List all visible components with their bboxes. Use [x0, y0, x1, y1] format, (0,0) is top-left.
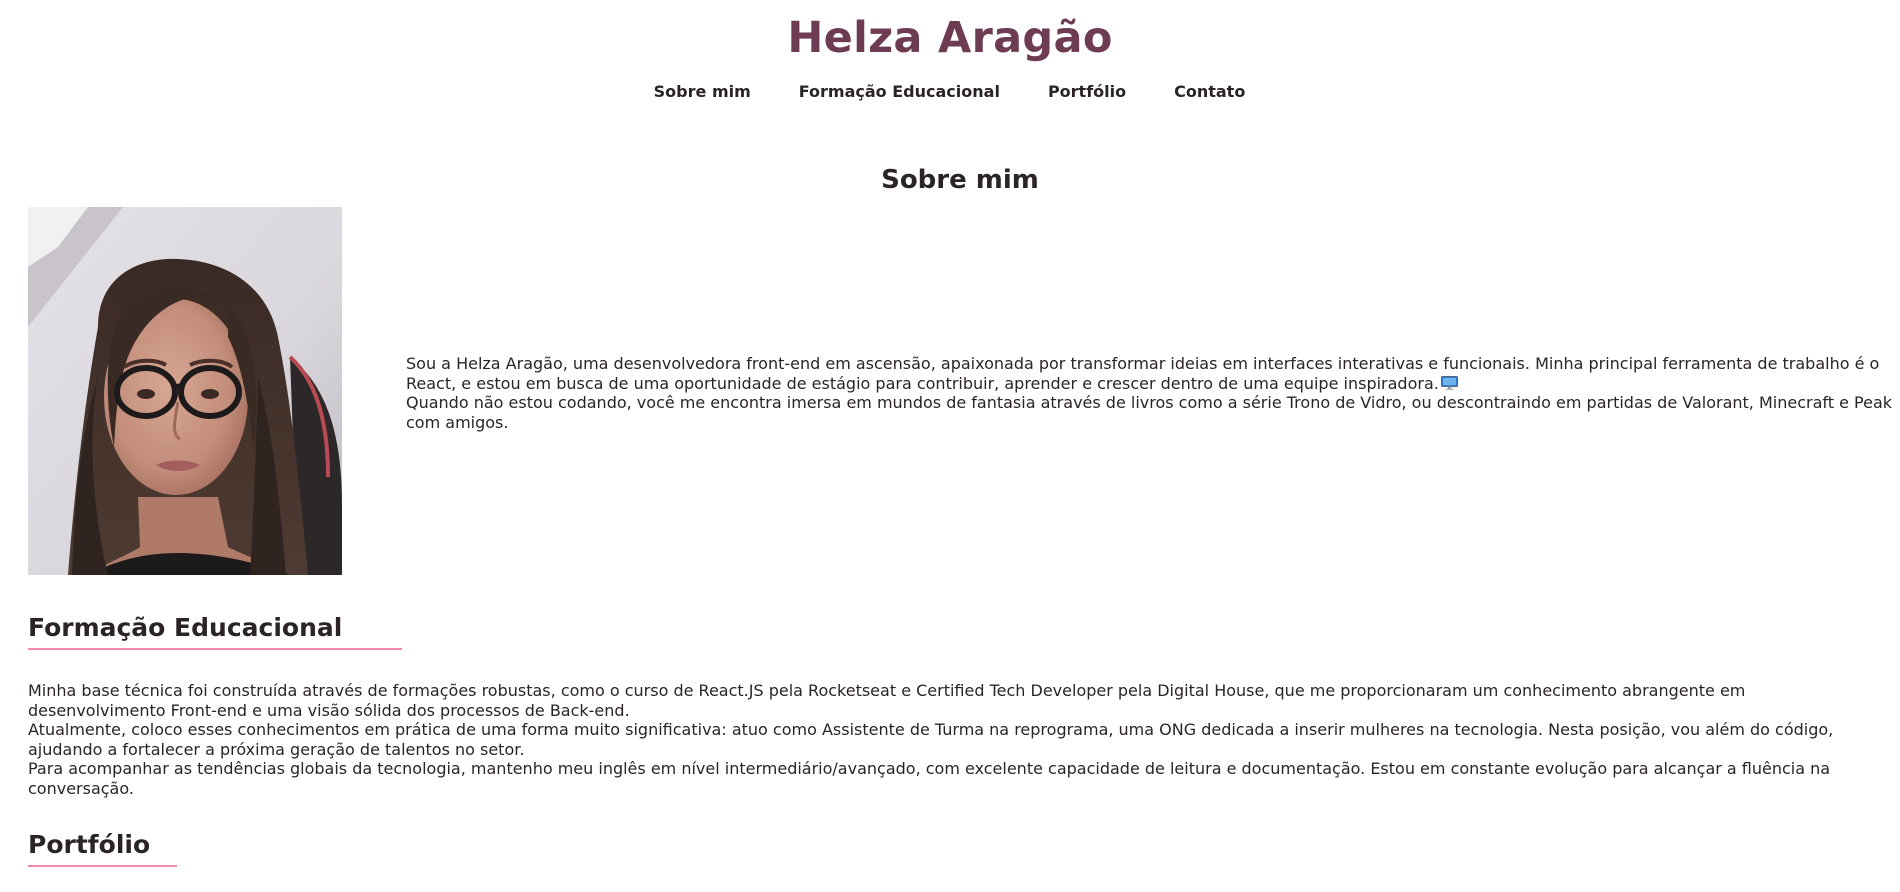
education-paragraph: Para acompanhar as tendências globais da…: [28, 759, 1831, 798]
about-section-title: Sobre mim: [881, 165, 1039, 195]
education-section-title: Formação Educacional: [28, 613, 343, 642]
nav-link-portfolio[interactable]: Portfólio: [1048, 82, 1126, 102]
about-paragraph: Quando não estou codando, você me encont…: [406, 393, 1893, 432]
about-text: Sou a Helza Aragão, uma desenvolvedora f…: [406, 354, 1896, 432]
nav-link-contato[interactable]: Contato: [1174, 82, 1245, 102]
education-text: Minha base técnica foi construída atravé…: [28, 681, 1888, 799]
portfolio-title-underline: [28, 865, 177, 867]
education-paragraph: Minha base técnica foi construída atravé…: [28, 681, 1746, 720]
site-title: Helza Aragão: [787, 13, 1113, 63]
desktop-computer-icon: [1440, 375, 1458, 390]
education-paragraph: Atualmente, coloco esses conhecimentos e…: [28, 720, 1834, 759]
main-nav: Sobre mim Formação Educacional Portfólio…: [0, 82, 1900, 102]
nav-link-formacao-educacional[interactable]: Formação Educacional: [799, 82, 1000, 102]
portfolio-section-title: Portfólio: [28, 830, 151, 859]
about-paragraph-text: Sou a Helza Aragão, uma desenvolvedora f…: [406, 354, 1880, 393]
site-header: Helza Aragão Sobre mim Formação Educacio…: [0, 0, 1900, 102]
education-title-underline: [28, 648, 402, 650]
nav-link-sobre-mim[interactable]: Sobre mim: [654, 82, 751, 102]
about-paragraph: Sou a Helza Aragão, uma desenvolvedora f…: [406, 354, 1896, 393]
profile-photo: [28, 207, 342, 575]
